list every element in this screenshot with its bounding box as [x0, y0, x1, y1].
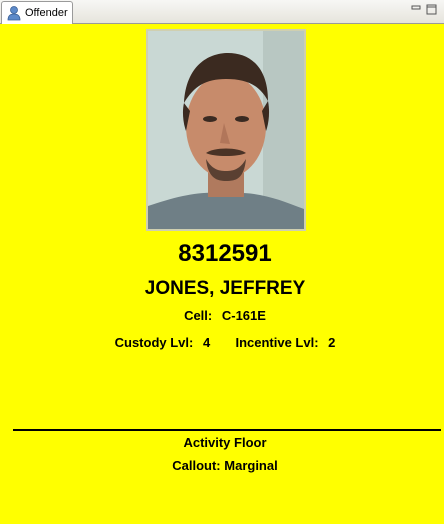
callout-label: Callout: [172, 458, 221, 473]
callout-value: Marginal [224, 458, 278, 473]
offender-window: Offender 8312591 JONES, JEFFREY Cell: C-… [0, 0, 444, 524]
incentive-level-value: 2 [328, 335, 336, 350]
cell-label: Cell: [184, 308, 213, 323]
tab-offender[interactable]: Offender [1, 1, 73, 24]
activity-location: Activity Floor [183, 435, 267, 450]
cell-value: C-161E [221, 308, 266, 323]
minimize-icon[interactable] [411, 4, 422, 15]
offender-photo [146, 29, 306, 231]
cell-row: Cell: C-161E [3, 308, 444, 323]
custody-level-label: Custody Lvl: [114, 335, 194, 350]
callout-row: Callout: Marginal [3, 458, 444, 473]
maximize-icon[interactable] [426, 4, 437, 15]
tab-bar: Offender [0, 0, 444, 24]
tab-label: Offender [25, 7, 68, 19]
offender-panel: 8312591 JONES, JEFFREY Cell: C-161E Cust… [0, 24, 444, 524]
offender-id: 8312591 [178, 240, 272, 267]
custody-level-value: 4 [202, 335, 211, 350]
incentive-level-label: Incentive Lvl: [235, 335, 319, 350]
offender-name: JONES, JEFFREY [144, 278, 306, 299]
person-icon [6, 5, 22, 21]
levels-row: Custody Lvl: 4 Incentive Lvl: 2 [3, 335, 444, 350]
section-divider [13, 429, 441, 431]
